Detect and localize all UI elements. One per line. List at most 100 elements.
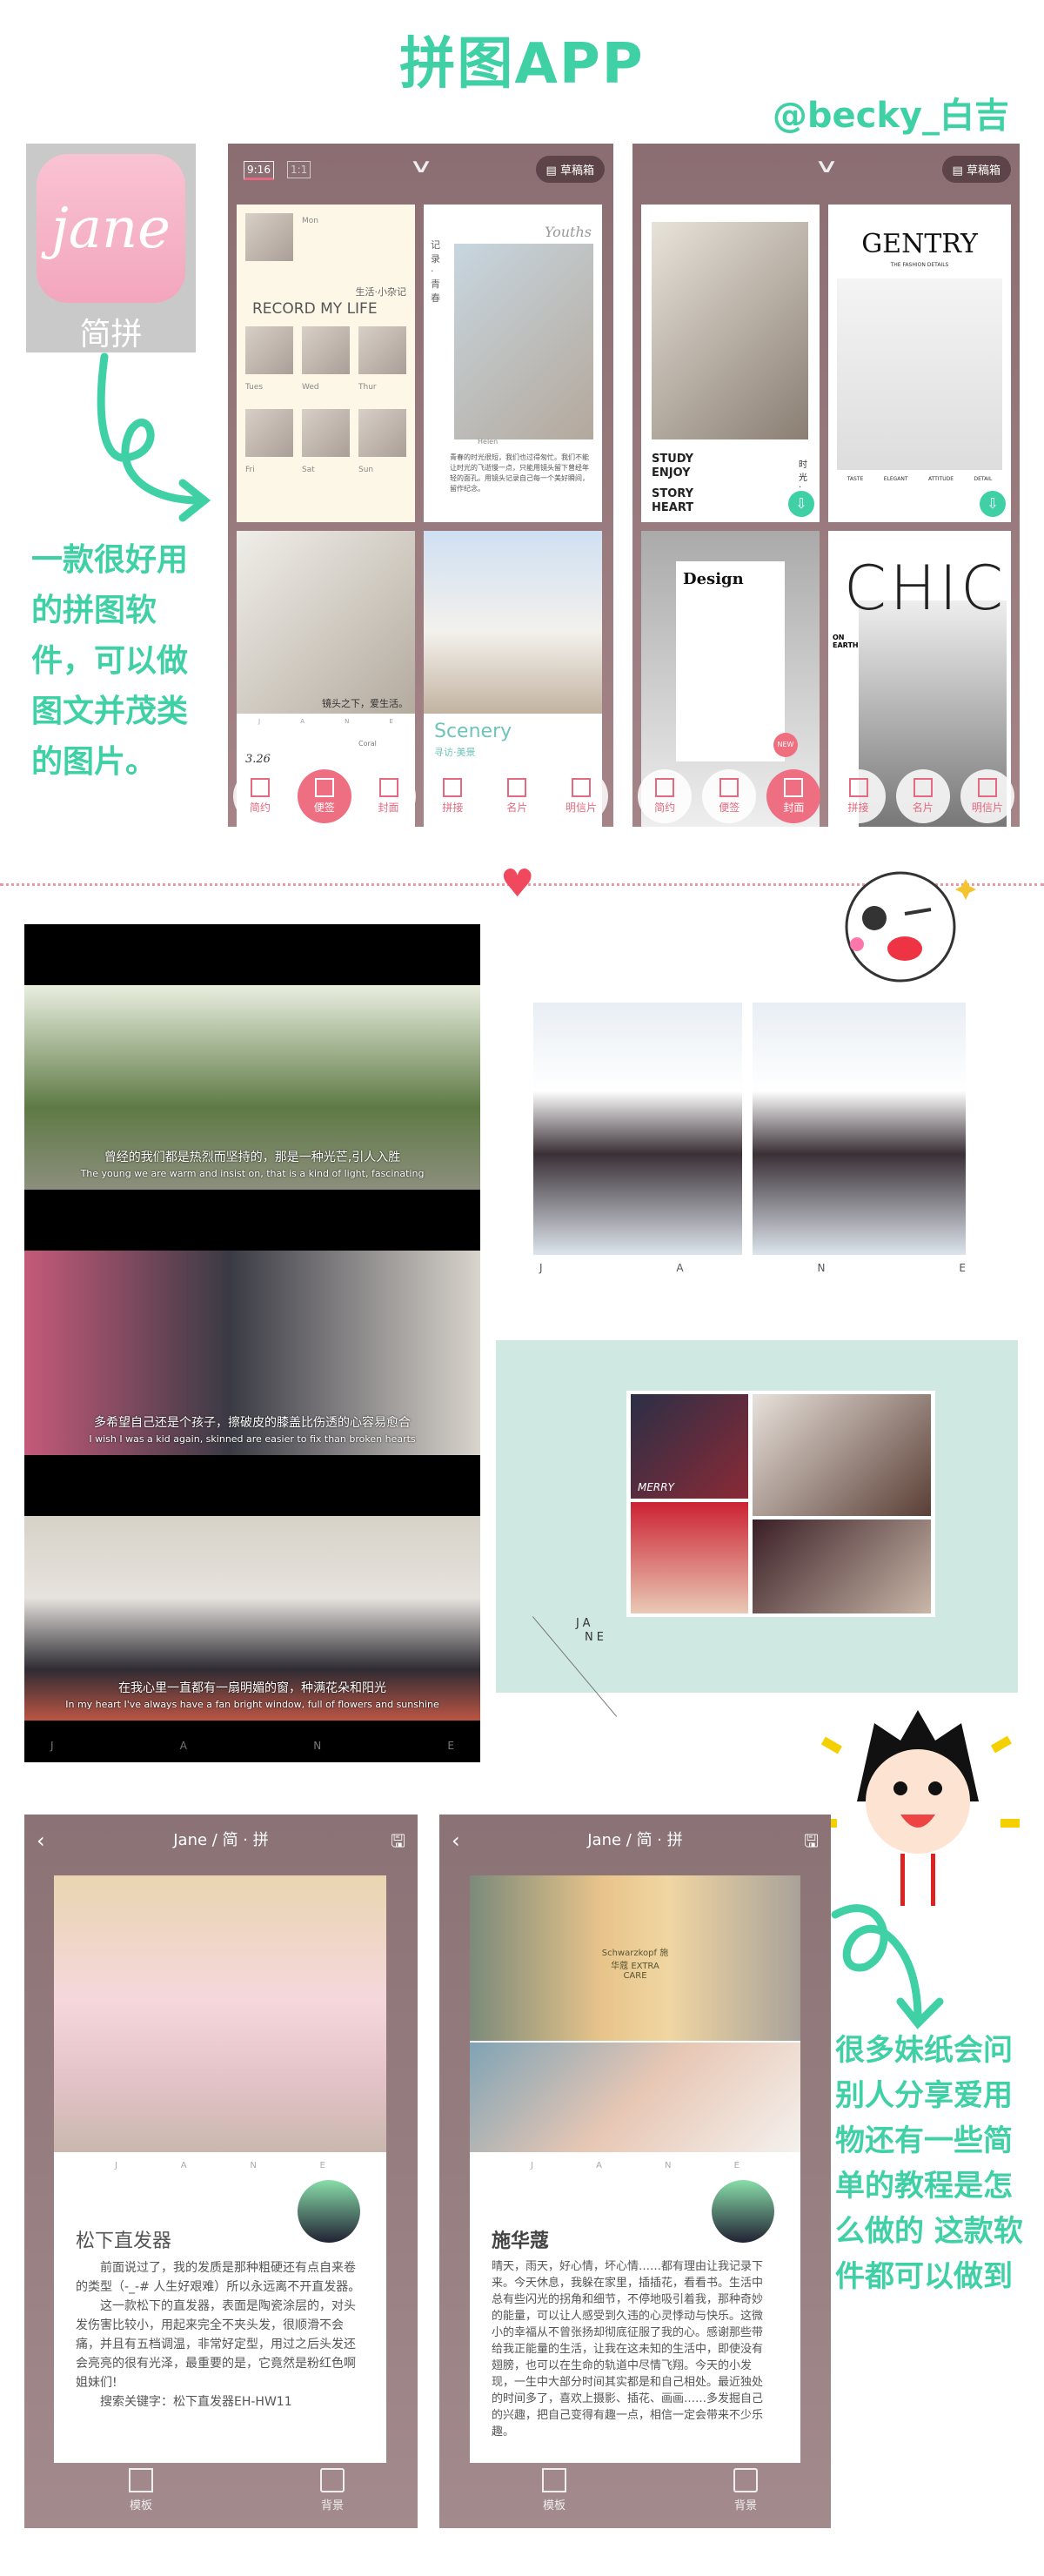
tab-stitch[interactable]: 拼接 — [425, 769, 480, 823]
screen-title: Jane / 简 · 拼 — [587, 1831, 683, 1849]
heart-icon: ♥ — [500, 862, 535, 906]
tab-postcard[interactable]: 明信片 — [960, 769, 1014, 823]
editor-screen-schwarzkopf: ‹ Jane / 简 · 拼 🖫 Schwarzkopf 施华蔻 EXTRA CAR… — [439, 1815, 831, 2528]
template-button[interactable]: 模板 — [542, 2468, 566, 2512]
template-title: RECORD MY LIFE — [252, 300, 378, 318]
download-icon[interactable]: ⇩ — [980, 491, 1006, 517]
cover-icon — [784, 778, 804, 797]
tab-stitch[interactable]: 拼接 — [831, 769, 886, 823]
date-label: 3.26 — [245, 753, 271, 766]
curly-arrow-icon — [831, 1904, 944, 2029]
stitch-icon — [443, 778, 463, 797]
template-record-my-life[interactable]: 生活·小杂记 RECORD MY LIFE Tues Wed Thur Fri … — [237, 205, 415, 522]
template-subtitle: ON EARTH — [833, 634, 859, 649]
tab-cover[interactable]: 封面 — [766, 769, 821, 823]
maruko-cartoon-icon — [818, 1710, 1020, 1906]
template-heading: 生活·小杂记 — [355, 286, 407, 298]
author-handle: @becky_白吉 — [772, 96, 1009, 136]
app-icon: jane 简拼 — [26, 144, 196, 352]
tab-card[interactable]: 名片 — [490, 769, 545, 823]
drafts-icon: ▤ — [952, 164, 963, 178]
drafts-button[interactable]: ▤ 草稿箱 — [941, 156, 1011, 183]
app-label: 简拼 — [79, 317, 143, 352]
template-icon — [129, 2468, 153, 2492]
article-body: 前面说过了，我的发质是那种粗硬还有点自来卷的类型（-_-# 人生好艰难）所以永远… — [76, 2261, 361, 2409]
film-still: 曾经的我们都是热烈而坚持的，那是一种光芒,引人入胜 The young we a… — [24, 985, 480, 1190]
name-label: Coral — [358, 740, 377, 748]
tab-simple[interactable]: 简约 — [232, 769, 287, 823]
template-category-tabs: 简约 便签 封面 拼接 名片 明信片 — [228, 766, 613, 827]
template-icon — [542, 2468, 566, 2492]
jane-letters: JANE — [539, 1262, 966, 1274]
back-icon[interactable]: ‹ — [452, 1815, 460, 1867]
editor-canvas[interactable]: Schwarzkopf 施华蔻 EXTRA CARE JANE 施华蔻 晴天，雨… — [470, 1875, 800, 2463]
film-strip-collage: 曾经的我们都是热烈而坚持的，那是一种光芒,引人入胜 The young we a… — [24, 924, 480, 1762]
tab-simple[interactable]: 简约 — [638, 769, 693, 823]
postcard-icon — [977, 778, 997, 797]
day-label: Thur — [358, 383, 377, 392]
chevron-down-icon[interactable]: ∨ — [813, 156, 839, 178]
subtitle-en: The young we are warm and insist on, tha… — [80, 1168, 425, 1179]
template-title: Scenery — [434, 721, 512, 742]
tab-note[interactable]: 便签 — [297, 769, 351, 823]
day-label: Wed — [302, 383, 319, 392]
app-logo: jane — [37, 154, 185, 303]
article-heading: 施华蔻 — [492, 2231, 550, 2252]
subtitle-zh: 多希望自己还是个孩子，擦破皮的膝盖比伤透的心容易愈合 — [94, 1416, 411, 1430]
portrait-photo — [753, 1003, 966, 1255]
note-icon — [314, 778, 334, 797]
drafts-label: 草稿箱 — [559, 164, 594, 178]
article-body: 晴天，雨天，好心情，坏心情……都有理由让我记录下来。今天休息，我躲在家里，插插花… — [492, 2260, 764, 2438]
template-gallery-screen-1: 9:16 1:1 ∨ ▤ 草稿箱 生活·小杂记 RECORD MY LIFE T… — [228, 144, 613, 827]
day-label: Tues — [245, 383, 264, 392]
tab-note[interactable]: 便签 — [702, 769, 757, 823]
ratio-tab-9-16[interactable]: 9:16 — [244, 161, 274, 180]
background-button[interactable]: 背景 — [320, 2468, 345, 2512]
template-subtitle: 寻访·美景 — [434, 747, 476, 758]
drafts-button[interactable]: ▤ 草稿箱 — [535, 156, 605, 183]
intro-text: 一款很好用的拼图软件，可以做图文并茂类的图片。 — [31, 542, 189, 780]
name-label: Helen — [478, 438, 499, 446]
film-still: 多希望自己还是个孩子，擦破皮的膝盖比伤透的心容易愈合 I wish I was … — [24, 1251, 480, 1455]
template-title: 镜头之下，爱生活。 — [322, 698, 408, 709]
jane-letters: JANE — [258, 718, 393, 725]
template-gallery-screen-2: ∨ ▤ 草稿箱 STUDYENJOYSTORYHEART 时光·流年 ⇩ GEN… — [632, 144, 1020, 827]
editor-screen-hair-straightener: ‹ Jane / 简 · 拼 🖫 JANE 松下直发器 前面说过了，我的发质是那种粗… — [24, 1815, 418, 2528]
background-button[interactable]: 背景 — [733, 2468, 758, 2512]
template-subtitle: THE FASHION DETAILS — [890, 262, 949, 268]
day-label: Sun — [358, 466, 374, 474]
tab-postcard[interactable]: 明信片 — [554, 769, 609, 823]
day-label: Fri — [245, 466, 255, 474]
collage-caption: MERRY — [638, 1481, 674, 1493]
screen-title: Jane / 简 · 拼 — [173, 1831, 269, 1849]
postcard-icon — [572, 778, 592, 797]
ratio-tab-1-1[interactable]: 1:1 — [287, 161, 311, 178]
new-badge: NEW — [773, 733, 798, 757]
curly-arrow-icon — [97, 352, 211, 522]
template-gentry[interactable]: GENTRY THE FASHION DETAILS TASTE ELEGANT A… — [828, 205, 1011, 522]
template-study-enjoy[interactable]: STUDYENJOYSTORYHEART 时光·流年 ⇩ — [641, 205, 820, 522]
paint-roller-icon — [733, 2468, 758, 2492]
jane-letters: JANE — [115, 2161, 325, 2170]
back-icon[interactable]: ‹ — [37, 1815, 45, 1867]
article-heading: 松下直发器 — [76, 2231, 172, 2252]
paint-roller-icon — [320, 2468, 345, 2492]
logo-text: jane — [50, 196, 171, 261]
name-card-icon — [913, 778, 933, 797]
template-title: Youths — [544, 224, 592, 240]
download-icon[interactable]: ⇩ — [788, 491, 814, 517]
save-icon[interactable]: 🖫 — [804, 1815, 819, 1867]
portrait-photo — [533, 1003, 742, 1255]
vertical-title: 记录·青春 — [431, 239, 440, 304]
chevron-down-icon[interactable]: ∨ — [408, 156, 433, 178]
name-card-icon — [507, 778, 527, 797]
cartoon-face-icon — [845, 871, 976, 983]
template-category-tabs: 简约 便签 封面 拼接 名片 明信片 — [632, 766, 1020, 827]
tab-card[interactable]: 名片 — [895, 769, 950, 823]
grid-icon — [655, 778, 675, 797]
tab-cover[interactable]: 封面 — [361, 769, 416, 823]
template-button[interactable]: 模板 — [129, 2468, 153, 2512]
editor-canvas[interactable]: JANE 松下直发器 前面说过了，我的发质是那种粗硬还有点自来卷的类型（-_-#… — [54, 1875, 386, 2463]
save-icon[interactable]: 🖫 — [391, 1815, 405, 1867]
template-youths[interactable]: Youths 记录·青春 Helen 青春的时光很短，我们也过得匆忙。我们不能让… — [424, 205, 602, 522]
